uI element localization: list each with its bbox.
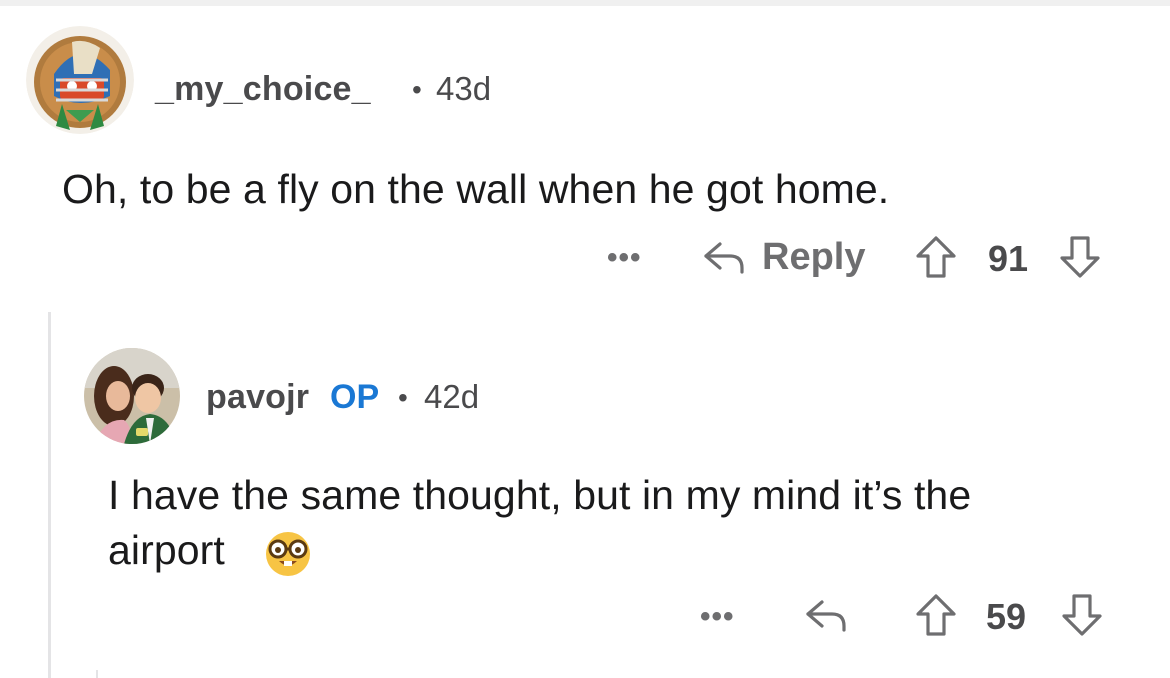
reply-button[interactable]: Reply <box>762 236 865 279</box>
comment-body-text: airport <box>108 527 225 573</box>
thread-tick <box>96 670 98 678</box>
upvote-arrow-icon[interactable] <box>914 592 958 638</box>
comment-body-line-2: airport <box>108 523 225 578</box>
downvote-arrow-icon[interactable] <box>1060 592 1104 638</box>
top-divider <box>0 0 1170 6</box>
username[interactable]: _my_choice_ <box>155 70 371 109</box>
reply-arrow-icon[interactable] <box>804 596 850 636</box>
nerd-face-emoji-icon <box>266 532 310 576</box>
upvote-arrow-icon[interactable] <box>914 234 958 280</box>
more-options-button[interactable]: ••• <box>700 600 735 634</box>
separator-dot: • <box>412 74 422 105</box>
vote-count: 91 <box>988 238 1029 279</box>
more-options-button[interactable]: ••• <box>607 241 642 275</box>
photo-avatar-icon <box>84 348 180 444</box>
reply-arrow-icon[interactable] <box>702 238 748 278</box>
downvote-arrow-icon[interactable] <box>1058 234 1102 280</box>
comment-body-line-1: I have the same thought, but in my mind … <box>108 472 972 518</box>
user-avatar[interactable] <box>84 348 180 444</box>
comment-age: 43d <box>436 70 492 107</box>
comment-body: Oh, to be a fly on the wall when he got … <box>62 166 890 212</box>
op-badge: OP <box>330 378 380 416</box>
separator-dot: • <box>398 382 408 413</box>
vote-count: 59 <box>986 596 1027 637</box>
football-helmet-avatar-icon <box>26 26 134 134</box>
thread-line[interactable] <box>48 312 51 678</box>
username[interactable]: pavojr <box>206 378 309 417</box>
user-avatar[interactable] <box>26 26 134 134</box>
comment-age: 42d <box>424 378 480 415</box>
